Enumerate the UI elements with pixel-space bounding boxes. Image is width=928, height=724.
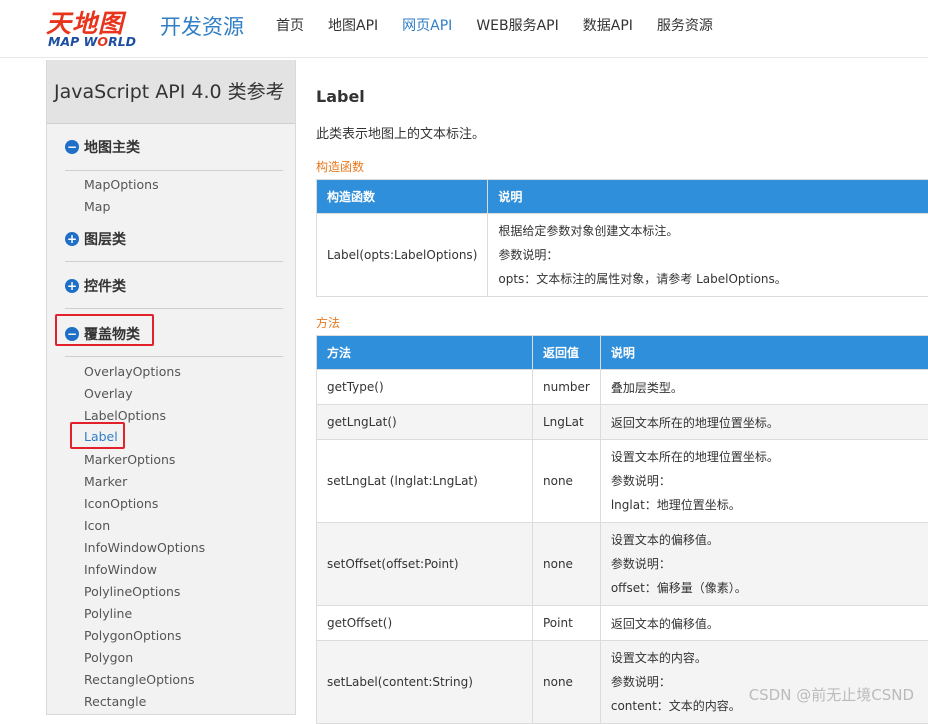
site-title: 开发资源 <box>160 11 244 41</box>
desc-line: 设置文本的内容。 <box>611 646 928 670</box>
sidebar-title: JavaScript API 4.0 类参考 <box>47 60 295 124</box>
nav-service-resources[interactable]: 服务资源 <box>657 15 713 35</box>
sidebar-item-labeloptions[interactable]: LabelOptions <box>84 408 166 423</box>
method-return: none <box>533 641 601 724</box>
plus-circle-icon: + <box>65 232 79 246</box>
desc-line: opts：文本标注的属性对象，请参考 LabelOptions。 <box>498 267 928 291</box>
constructor-description: 根据给定参数对象创建文本标注。 参数说明： opts：文本标注的属性对象，请参考… <box>488 214 928 297</box>
sidebar-item-polylineoptions[interactable]: PolylineOptions <box>84 584 180 599</box>
divider <box>65 261 283 262</box>
sidebar-item-infowindowoptions[interactable]: InfoWindowOptions <box>84 540 205 555</box>
methods-section-title: 方法 <box>316 314 340 331</box>
group-label: 图层类 <box>84 229 126 249</box>
method-description: 叠加层类型。 <box>600 370 928 405</box>
method-name: getOffset() <box>317 606 533 641</box>
tianditu-logo[interactable]: 天地图 MAP WORLD <box>46 4 141 52</box>
method-return: number <box>533 370 601 405</box>
table-row: setLabel(content:String) none 设置文本的内容。 参… <box>317 641 928 724</box>
logo-english-text: MAP WORLD <box>48 34 136 49</box>
table-row: setOffset(offset:Point) none 设置文本的偏移值。 参… <box>317 523 928 606</box>
sidebar-item-rectangle[interactable]: Rectangle <box>84 694 146 709</box>
group-controls[interactable]: + 控件类 <box>65 276 126 296</box>
constructor-signature: Label(opts:LabelOptions) <box>317 214 488 297</box>
group-label: 控件类 <box>84 276 126 296</box>
method-return: Point <box>533 606 601 641</box>
sidebar-item-polygonoptions[interactable]: PolygonOptions <box>84 628 181 643</box>
method-name: getType() <box>317 370 533 405</box>
method-name: getLngLat() <box>317 405 533 440</box>
page-title: Label <box>316 87 365 106</box>
sidebar-item-infowindow[interactable]: InfoWindow <box>84 562 157 577</box>
main-nav: 首页 地图API 网页API WEB服务API 数据API 服务资源 <box>276 15 737 35</box>
table-row: getLngLat() LngLat 返回文本所在的地理位置坐标。 <box>317 405 928 440</box>
column-header: 说明 <box>488 180 928 214</box>
method-description: 设置文本所在的地理位置坐标。 参数说明： lnglat：地理位置坐标。 <box>600 440 928 523</box>
method-return: LngLat <box>533 405 601 440</box>
group-layers[interactable]: + 图层类 <box>65 229 126 249</box>
table-header-row: 方法 返回值 说明 <box>317 336 928 370</box>
constructor-table: 构造函数 说明 Label(opts:LabelOptions) 根据给定参数对… <box>316 179 928 297</box>
desc-line: 参数说明： <box>611 552 928 576</box>
method-return: none <box>533 523 601 606</box>
table-row: Label(opts:LabelOptions) 根据给定参数对象创建文本标注。… <box>317 214 928 297</box>
divider <box>65 170 283 171</box>
column-header: 说明 <box>600 336 928 370</box>
method-description: 设置文本的内容。 参数说明： content：文本的内容。 <box>600 641 928 724</box>
sidebar-item-marker[interactable]: Marker <box>84 474 127 489</box>
nav-home[interactable]: 首页 <box>276 15 304 35</box>
nav-web-service-api[interactable]: WEB服务API <box>476 15 558 35</box>
method-name: setOffset(offset:Point) <box>317 523 533 606</box>
group-label: 地图主类 <box>84 137 140 157</box>
top-header: 天地图 MAP WORLD 开发资源 首页 地图API 网页API WEB服务A… <box>0 0 928 58</box>
methods-table: 方法 返回值 说明 getType() number 叠加层类型。 getLng… <box>316 335 928 724</box>
sidebar-item-label[interactable]: Label <box>84 429 118 444</box>
minus-circle-icon: − <box>65 140 79 154</box>
desc-line: lnglat：地理位置坐标。 <box>611 493 928 517</box>
table-header-row: 构造函数 说明 <box>317 180 928 214</box>
sidebar-item-icon[interactable]: Icon <box>84 518 110 533</box>
sidebar-item-overlay[interactable]: Overlay <box>84 386 133 401</box>
table-row: getType() number 叠加层类型。 <box>317 370 928 405</box>
sidebar-item-rectangleoptions[interactable]: RectangleOptions <box>84 672 195 687</box>
column-header: 构造函数 <box>317 180 488 214</box>
class-description: 此类表示地图上的文本标注。 <box>316 123 485 142</box>
method-name: setLabel(content:String) <box>317 641 533 724</box>
sidebar-item-overlayoptions[interactable]: OverlayOptions <box>84 364 181 379</box>
desc-line: 参数说明： <box>611 469 928 493</box>
desc-line: 根据给定参数对象创建文本标注。 <box>498 219 928 243</box>
method-return: none <box>533 440 601 523</box>
sidebar-item-mapoptions[interactable]: MapOptions <box>84 177 159 192</box>
table-row: setLngLat (lnglat:LngLat) none 设置文本所在的地理… <box>317 440 928 523</box>
sidebar-item-markeroptions[interactable]: MarkerOptions <box>84 452 175 467</box>
csdn-watermark: CSDN @前无止境CSND <box>749 684 914 705</box>
group-map-main[interactable]: − 地图主类 <box>65 137 140 157</box>
desc-line: offset：偏移量（像素）。 <box>611 576 928 600</box>
group-overlays[interactable]: − 覆盖物类 <box>65 324 140 344</box>
divider <box>65 308 283 309</box>
desc-line: 设置文本的偏移值。 <box>611 528 928 552</box>
table-row: getOffset() Point 返回文本的偏移值。 <box>317 606 928 641</box>
method-description: 返回文本的偏移值。 <box>600 606 928 641</box>
sidebar-item-polyline[interactable]: Polyline <box>84 606 132 621</box>
class-reference-sidebar: JavaScript API 4.0 类参考 − 地图主类 MapOptions… <box>46 60 296 715</box>
method-name: setLngLat (lnglat:LngLat) <box>317 440 533 523</box>
nav-web-api[interactable]: 网页API <box>402 15 452 35</box>
column-header: 方法 <box>317 336 533 370</box>
minus-circle-icon: − <box>65 327 79 341</box>
group-label: 覆盖物类 <box>84 324 140 344</box>
nav-data-api[interactable]: 数据API <box>583 15 633 35</box>
column-header: 返回值 <box>533 336 601 370</box>
method-description: 返回文本所在的地理位置坐标。 <box>600 405 928 440</box>
desc-line: 参数说明： <box>498 243 928 267</box>
constructor-section-title: 构造函数 <box>316 158 364 175</box>
nav-map-api[interactable]: 地图API <box>328 15 378 35</box>
divider <box>65 356 283 357</box>
method-description: 设置文本的偏移值。 参数说明： offset：偏移量（像素）。 <box>600 523 928 606</box>
plus-circle-icon: + <box>65 279 79 293</box>
sidebar-item-polygon[interactable]: Polygon <box>84 650 133 665</box>
sidebar-item-map[interactable]: Map <box>84 199 110 214</box>
desc-line: 设置文本所在的地理位置坐标。 <box>611 445 928 469</box>
sidebar-item-iconoptions[interactable]: IconOptions <box>84 496 158 511</box>
